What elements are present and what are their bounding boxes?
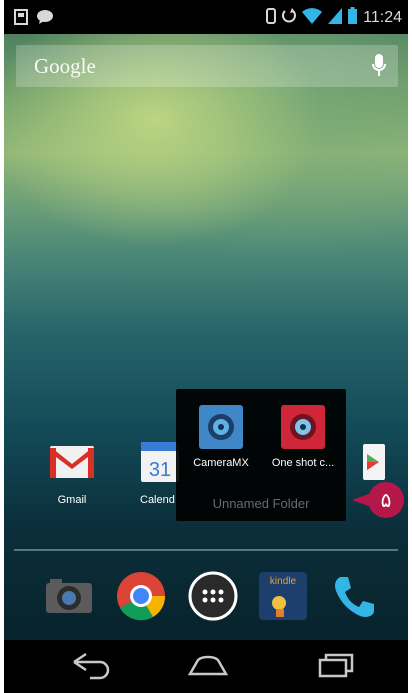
- recents-icon[interactable]: [310, 652, 358, 680]
- app-drawer-icon[interactable]: [186, 569, 240, 623]
- app-label: Gmail: [57, 494, 87, 506]
- notification-icon: [14, 9, 28, 30]
- vibrate-icon: [266, 7, 277, 29]
- play-store-icon: [339, 436, 389, 486]
- clock: 11:24: [363, 9, 402, 26]
- rotate-icon: [282, 7, 297, 29]
- cameramx-icon: [199, 405, 243, 449]
- annotation-marker: ۵: [352, 480, 406, 525]
- calendar-day: 31: [149, 459, 171, 481]
- app-gmail[interactable]: Gmail: [32, 436, 112, 506]
- one-shot-camera-icon: [281, 405, 325, 449]
- kindle-label: kindle: [270, 576, 297, 587]
- chrome-icon[interactable]: [114, 569, 168, 623]
- home-screen: 11:24 Google Gmail 31 Calend CameraMX On…: [4, 0, 408, 693]
- chat-icon: [36, 9, 54, 30]
- dock-divider: [14, 549, 398, 551]
- folder-app-label: CameraMX: [193, 457, 249, 469]
- wifi-icon: [302, 7, 323, 29]
- kindle-icon[interactable]: kindle: [256, 569, 310, 623]
- dock: kindle: [4, 565, 408, 635]
- folder-popup: CameraMX One shot c... Unnamed Folder: [176, 389, 346, 521]
- folder-app-one-shot-camera[interactable]: One shot c...: [262, 405, 344, 469]
- battery-icon: [348, 7, 358, 29]
- gmail-icon: [47, 436, 97, 486]
- navigation-bar: [4, 640, 408, 693]
- home-icon[interactable]: [184, 652, 232, 680]
- search-label: Google: [34, 54, 96, 78]
- folder-name[interactable]: Unnamed Folder: [176, 496, 346, 511]
- status-bar: 11:24: [4, 0, 408, 34]
- camera-icon[interactable]: [42, 569, 96, 623]
- phone-icon[interactable]: [326, 569, 380, 623]
- google-search-bar[interactable]: Google: [16, 45, 398, 87]
- mic-icon[interactable]: [372, 54, 386, 83]
- back-icon[interactable]: [66, 652, 114, 680]
- folder-app-label: One shot c...: [271, 457, 335, 469]
- signal-icon: [328, 7, 343, 29]
- annotation-label: ۵: [381, 488, 392, 512]
- folder-app-cameramx[interactable]: CameraMX: [180, 405, 262, 469]
